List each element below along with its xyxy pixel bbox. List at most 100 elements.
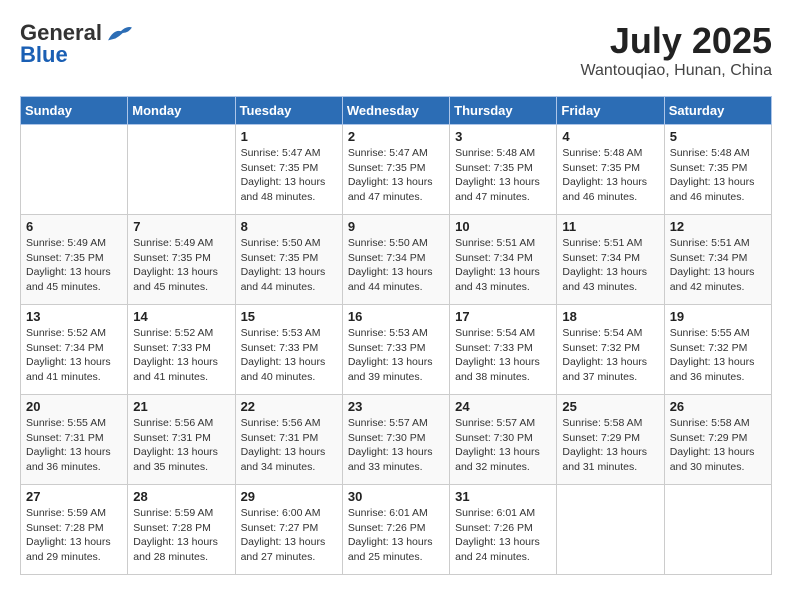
calendar-cell: 8 Sunrise: 5:50 AM Sunset: 7:35 PM Daylig… — [235, 215, 342, 305]
day-number: 12 — [670, 219, 766, 234]
day-info: Sunrise: 5:52 AM Sunset: 7:33 PM Dayligh… — [133, 326, 229, 385]
day-info: Sunrise: 5:48 AM Sunset: 7:35 PM Dayligh… — [455, 146, 551, 205]
day-info: Sunrise: 5:51 AM Sunset: 7:34 PM Dayligh… — [562, 236, 658, 295]
calendar-cell: 9 Sunrise: 5:50 AM Sunset: 7:34 PM Daylig… — [342, 215, 449, 305]
day-number: 15 — [241, 309, 337, 324]
calendar-cell: 6 Sunrise: 5:49 AM Sunset: 7:35 PM Daylig… — [21, 215, 128, 305]
calendar-cell: 14 Sunrise: 5:52 AM Sunset: 7:33 PM Dayli… — [128, 305, 235, 395]
month-title: July 2025 — [580, 20, 772, 62]
day-number: 8 — [241, 219, 337, 234]
day-number: 21 — [133, 399, 229, 414]
day-info: Sunrise: 6:00 AM Sunset: 7:27 PM Dayligh… — [241, 506, 337, 565]
calendar-week-1: 1Sunrise: 5:47 AM Sunset: 7:35 PM Daylig… — [21, 125, 772, 215]
day-number: 22 — [241, 399, 337, 414]
calendar-cell: 3Sunrise: 5:48 AM Sunset: 7:35 PM Daylig… — [450, 125, 557, 215]
day-info: Sunrise: 5:57 AM Sunset: 7:30 PM Dayligh… — [348, 416, 444, 475]
weekday-header-wednesday: Wednesday — [342, 97, 449, 125]
calendar-cell: 11 Sunrise: 5:51 AM Sunset: 7:34 PM Dayli… — [557, 215, 664, 305]
calendar-cell — [128, 125, 235, 215]
calendar-cell: 4 Sunrise: 5:48 AM Sunset: 7:35 PM Daylig… — [557, 125, 664, 215]
logo-bird-icon — [106, 22, 134, 44]
calendar-week-2: 6 Sunrise: 5:49 AM Sunset: 7:35 PM Daylig… — [21, 215, 772, 305]
day-info: Sunrise: 5:51 AM Sunset: 7:34 PM Dayligh… — [455, 236, 551, 295]
calendar-cell: 13 Sunrise: 5:52 AM Sunset: 7:34 PM Dayli… — [21, 305, 128, 395]
day-number: 9 — [348, 219, 444, 234]
day-number: 6 — [26, 219, 122, 234]
calendar-cell: 22 Sunrise: 5:56 AM Sunset: 7:31 PM Dayli… — [235, 395, 342, 485]
day-info: Sunrise: 6:01 AM Sunset: 7:26 PM Dayligh… — [348, 506, 444, 565]
calendar-cell: 27 Sunrise: 5:59 AM Sunset: 7:28 PM Dayli… — [21, 485, 128, 575]
calendar-cell: 10 Sunrise: 5:51 AM Sunset: 7:34 PM Dayli… — [450, 215, 557, 305]
calendar-cell: 30 Sunrise: 6:01 AM Sunset: 7:26 PM Dayli… — [342, 485, 449, 575]
day-info: Sunrise: 5:53 AM Sunset: 7:33 PM Dayligh… — [348, 326, 444, 385]
day-number: 5 — [670, 129, 766, 144]
day-number: 7 — [133, 219, 229, 234]
calendar-cell: 24Sunrise: 5:57 AM Sunset: 7:30 PM Dayli… — [450, 395, 557, 485]
location-title: Wantouqiao, Hunan, China — [580, 62, 772, 80]
calendar-cell: 5 Sunrise: 5:48 AM Sunset: 7:35 PM Daylig… — [664, 125, 771, 215]
weekday-header-tuesday: Tuesday — [235, 97, 342, 125]
weekday-header-saturday: Saturday — [664, 97, 771, 125]
day-number: 11 — [562, 219, 658, 234]
day-number: 31 — [455, 489, 551, 504]
day-info: Sunrise: 5:54 AM Sunset: 7:32 PM Dayligh… — [562, 326, 658, 385]
day-info: Sunrise: 5:47 AM Sunset: 7:35 PM Dayligh… — [241, 146, 337, 205]
day-number: 14 — [133, 309, 229, 324]
calendar-cell: 18 Sunrise: 5:54 AM Sunset: 7:32 PM Dayli… — [557, 305, 664, 395]
day-info: Sunrise: 5:49 AM Sunset: 7:35 PM Dayligh… — [133, 236, 229, 295]
day-info: Sunrise: 5:49 AM Sunset: 7:35 PM Dayligh… — [26, 236, 122, 295]
day-info: Sunrise: 5:55 AM Sunset: 7:31 PM Dayligh… — [26, 416, 122, 475]
logo: General Blue — [20, 20, 134, 68]
day-number: 26 — [670, 399, 766, 414]
day-info: Sunrise: 5:47 AM Sunset: 7:35 PM Dayligh… — [348, 146, 444, 205]
day-info: Sunrise: 6:01 AM Sunset: 7:26 PM Dayligh… — [455, 506, 551, 565]
calendar-cell: 31 Sunrise: 6:01 AM Sunset: 7:26 PM Dayli… — [450, 485, 557, 575]
day-info: Sunrise: 5:50 AM Sunset: 7:35 PM Dayligh… — [241, 236, 337, 295]
calendar-cell: 2Sunrise: 5:47 AM Sunset: 7:35 PM Daylig… — [342, 125, 449, 215]
day-info: Sunrise: 5:48 AM Sunset: 7:35 PM Dayligh… — [670, 146, 766, 205]
day-number: 29 — [241, 489, 337, 504]
day-number: 24 — [455, 399, 551, 414]
day-number: 27 — [26, 489, 122, 504]
day-info: Sunrise: 5:50 AM Sunset: 7:34 PM Dayligh… — [348, 236, 444, 295]
calendar-cell: 20 Sunrise: 5:55 AM Sunset: 7:31 PM Dayli… — [21, 395, 128, 485]
day-info: Sunrise: 5:58 AM Sunset: 7:29 PM Dayligh… — [670, 416, 766, 475]
day-info: Sunrise: 5:54 AM Sunset: 7:33 PM Dayligh… — [455, 326, 551, 385]
calendar-table: SundayMondayTuesdayWednesdayThursdayFrid… — [20, 96, 772, 575]
day-number: 16 — [348, 309, 444, 324]
day-info: Sunrise: 5:56 AM Sunset: 7:31 PM Dayligh… — [241, 416, 337, 475]
calendar-cell: 1Sunrise: 5:47 AM Sunset: 7:35 PM Daylig… — [235, 125, 342, 215]
day-number: 10 — [455, 219, 551, 234]
day-info: Sunrise: 5:59 AM Sunset: 7:28 PM Dayligh… — [26, 506, 122, 565]
calendar-cell — [557, 485, 664, 575]
day-info: Sunrise: 5:53 AM Sunset: 7:33 PM Dayligh… — [241, 326, 337, 385]
calendar-cell: 16 Sunrise: 5:53 AM Sunset: 7:33 PM Dayli… — [342, 305, 449, 395]
calendar-week-5: 27 Sunrise: 5:59 AM Sunset: 7:28 PM Dayli… — [21, 485, 772, 575]
weekday-header-friday: Friday — [557, 97, 664, 125]
day-number: 4 — [562, 129, 658, 144]
calendar-cell: 15 Sunrise: 5:53 AM Sunset: 7:33 PM Dayli… — [235, 305, 342, 395]
calendar-cell: 23Sunrise: 5:57 AM Sunset: 7:30 PM Dayli… — [342, 395, 449, 485]
day-info: Sunrise: 5:51 AM Sunset: 7:34 PM Dayligh… — [670, 236, 766, 295]
weekday-header-thursday: Thursday — [450, 97, 557, 125]
day-number: 28 — [133, 489, 229, 504]
day-number: 13 — [26, 309, 122, 324]
day-info: Sunrise: 5:48 AM Sunset: 7:35 PM Dayligh… — [562, 146, 658, 205]
calendar-cell: 26 Sunrise: 5:58 AM Sunset: 7:29 PM Dayli… — [664, 395, 771, 485]
calendar-cell: 21 Sunrise: 5:56 AM Sunset: 7:31 PM Dayli… — [128, 395, 235, 485]
calendar-cell: 29 Sunrise: 6:00 AM Sunset: 7:27 PM Dayli… — [235, 485, 342, 575]
day-number: 20 — [26, 399, 122, 414]
day-number: 25 — [562, 399, 658, 414]
day-info: Sunrise: 5:52 AM Sunset: 7:34 PM Dayligh… — [26, 326, 122, 385]
day-number: 30 — [348, 489, 444, 504]
calendar-cell: 17 Sunrise: 5:54 AM Sunset: 7:33 PM Dayli… — [450, 305, 557, 395]
calendar-cell: 12 Sunrise: 5:51 AM Sunset: 7:34 PM Dayli… — [664, 215, 771, 305]
weekday-header-monday: Monday — [128, 97, 235, 125]
day-info: Sunrise: 5:56 AM Sunset: 7:31 PM Dayligh… — [133, 416, 229, 475]
calendar-week-3: 13 Sunrise: 5:52 AM Sunset: 7:34 PM Dayli… — [21, 305, 772, 395]
calendar-cell: 19Sunrise: 5:55 AM Sunset: 7:32 PM Dayli… — [664, 305, 771, 395]
day-number: 17 — [455, 309, 551, 324]
calendar-cell: 28Sunrise: 5:59 AM Sunset: 7:28 PM Dayli… — [128, 485, 235, 575]
title-section: July 2025 Wantouqiao, Hunan, China — [580, 20, 772, 80]
day-number: 18 — [562, 309, 658, 324]
